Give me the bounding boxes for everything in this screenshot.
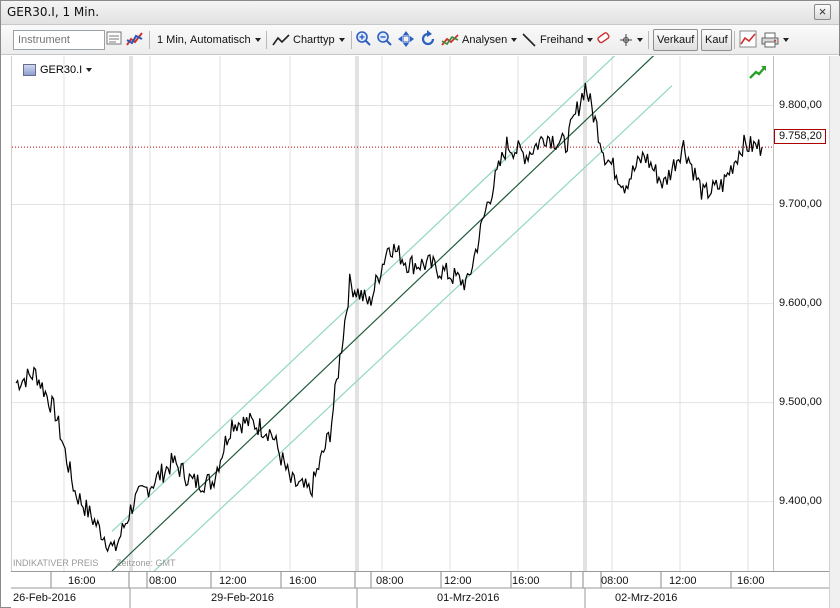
crosshair-dropdown[interactable]	[619, 30, 643, 50]
zoom-in-icon[interactable]	[355, 30, 375, 50]
chevron-down-icon	[587, 38, 594, 42]
x-time-label: 12:00	[669, 575, 697, 587]
freehand-dropdown[interactable]: Freihand	[521, 30, 594, 50]
window-title: GER30.I, 1 Min.	[7, 5, 100, 19]
chevron-down-icon	[511, 38, 518, 42]
time-axis-svg: 16:00 08:00 12:00 16:00 08:00 12:00 16:00 08:00…	[11, 572, 829, 608]
refresh-icon[interactable]	[419, 30, 439, 50]
y-tick-label: 9.700,00	[779, 197, 822, 210]
freehand-label: Freihand	[540, 34, 584, 46]
toolbar-separator	[149, 31, 150, 49]
sell-button[interactable]: Verkauf	[653, 29, 699, 51]
instrument-input[interactable]	[13, 30, 105, 50]
toolbar-separator	[351, 31, 352, 49]
y-tick-label: 9.500,00	[779, 395, 822, 408]
trend-up-icon	[749, 65, 767, 79]
title-bar: GER30.I, 1 Min. ×	[1, 1, 839, 25]
trend-channel-lower	[153, 85, 673, 571]
price-line	[15, 82, 763, 553]
timezone-note: Zeitzone: GMT	[116, 558, 176, 568]
chevron-down-icon	[637, 38, 643, 42]
mode-label: Automatisch	[190, 34, 251, 46]
x-time-label: 16:00	[289, 575, 317, 587]
y-tick-label: 9.800,00	[779, 98, 822, 111]
cfd-icon	[23, 64, 36, 76]
symbol-selector[interactable]: GER30.I	[23, 64, 93, 76]
close-icon[interactable]: ×	[814, 4, 831, 20]
analysis-label: Analysen	[462, 34, 508, 46]
symbol-name: GER30.I	[40, 64, 83, 76]
price-type-note: INDIKATIVER PREIS	[13, 558, 99, 568]
toolbar-separator	[266, 31, 267, 49]
chevron-down-icon	[86, 68, 93, 72]
current-price-tag: 9.758,20	[774, 129, 826, 144]
x-time-label: 08:00	[601, 575, 629, 587]
y-tick-label: 9.600,00	[779, 296, 822, 309]
crosshair-icon	[620, 34, 632, 46]
x-time-label: 16:00	[512, 575, 540, 587]
chevron-down-icon	[338, 38, 345, 42]
charttype-label: Charttyp	[293, 34, 335, 46]
buy-button[interactable]: Kauf	[701, 29, 732, 51]
x-time-label: 12:00	[219, 575, 247, 587]
print-icon	[761, 32, 779, 48]
x-time-label: 08:00	[149, 575, 177, 587]
print-dropdown[interactable]	[761, 30, 789, 50]
x-date-label: 29-Feb-2016	[211, 592, 274, 604]
x-time-label: 16:00	[68, 575, 96, 587]
eraser-icon[interactable]	[595, 30, 615, 50]
trend-channel-middle	[111, 56, 655, 571]
toolbar-separator	[734, 31, 735, 49]
x-time-label: 12:00	[444, 575, 472, 587]
chart-window: GER30.I, 1 Min. × 1 Min, Automatisch Cha…	[0, 0, 840, 608]
charttype-dropdown[interactable]: Charttyp	[272, 30, 345, 50]
x-date-label: 26-Feb-2016	[13, 592, 76, 604]
analysis-icon	[441, 34, 459, 46]
toolbar-separator	[648, 31, 649, 49]
fit-chart-icon[interactable]	[397, 30, 417, 50]
compare-instrument-icon[interactable]	[126, 30, 146, 50]
interval-label: 1 Min,	[157, 34, 187, 46]
trend-channel-upper	[111, 56, 616, 532]
scrollbar-strip[interactable]	[829, 56, 840, 608]
zoom-out-icon[interactable]	[376, 30, 396, 50]
chart-plot-area[interactable]	[11, 56, 774, 571]
analysis-dropdown[interactable]: Analysen	[441, 30, 518, 50]
y-tick-label: 9.400,00	[779, 494, 822, 507]
line-chart-icon	[272, 34, 290, 46]
x-date-label: 02-Mrz-2016	[615, 592, 677, 604]
indicator-icon[interactable]	[739, 30, 759, 50]
chevron-down-icon	[783, 38, 789, 42]
instrument-list-icon[interactable]	[106, 30, 126, 50]
trendline-icon	[522, 33, 536, 47]
x-time-label: 16:00	[737, 575, 765, 587]
chart-toolbar: 1 Min, Automatisch Charttyp Analysen	[1, 25, 839, 55]
time-axis[interactable]: 16:00 08:00 12:00 16:00 08:00 12:00 16:00 08:00…	[11, 571, 829, 608]
x-time-label: 08:00	[376, 575, 404, 587]
interval-dropdown[interactable]: 1 Min, Automatisch	[157, 30, 261, 50]
x-date-label: 01-Mrz-2016	[437, 592, 499, 604]
chevron-down-icon	[254, 38, 261, 42]
price-chart	[12, 56, 774, 571]
